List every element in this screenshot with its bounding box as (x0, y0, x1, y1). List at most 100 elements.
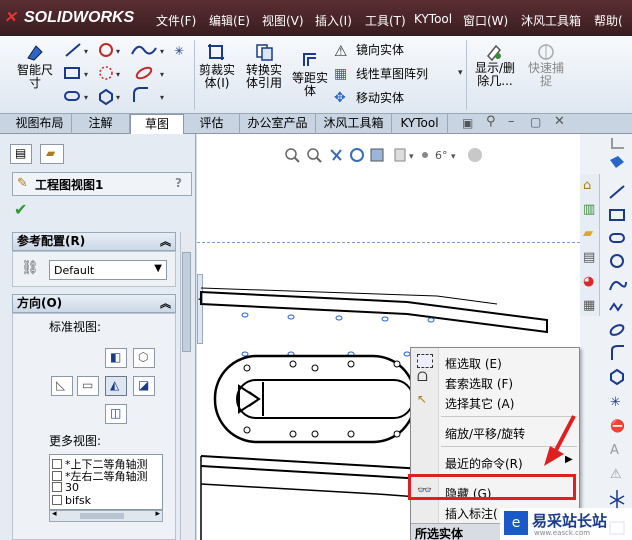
show-delete-relations-icon[interactable] (484, 42, 504, 62)
menu-file[interactable]: 文件(F) (156, 12, 196, 29)
view-top-button[interactable]: ▭ (77, 376, 99, 396)
menu-view[interactable]: 视图(V) (262, 12, 304, 29)
mirror-icon[interactable]: ⚠ (334, 42, 347, 60)
tab-annotation[interactable]: 注解 (72, 114, 130, 134)
feature-manager-tab[interactable]: ▤ (10, 144, 32, 164)
menu-window[interactable]: 窗口(W) (463, 12, 508, 29)
collapse-icon[interactable]: ︽ (160, 295, 171, 312)
tab-mufeng-toolbox[interactable]: 沐风工具箱 (316, 114, 392, 134)
context-item-box-select[interactable]: 框选取 (E) (445, 355, 502, 372)
panel-scrollbar[interactable] (180, 232, 192, 540)
convert-entities-button[interactable]: 转换实 体引用 (242, 64, 286, 90)
offset-entities-button[interactable]: 等距实 体 (288, 72, 332, 98)
context-item-select-other[interactable]: 选择其它 (A) (445, 395, 514, 412)
view-front-button[interactable]: ◧ (105, 348, 127, 368)
context-item-recent-commands[interactable]: 最近的命令(R) (445, 455, 523, 472)
more-views-label: 更多视图: (49, 434, 102, 448)
quick-snap-button[interactable]: 快速捕 捉 (524, 62, 568, 88)
tab-view-layout[interactable]: 视图布局 (8, 114, 72, 134)
scroll-left-icon[interactable]: ◂ (52, 509, 57, 519)
svg-text:6°: 6° (435, 149, 448, 162)
smart-dimension-icon[interactable] (24, 42, 46, 62)
highlight-box (408, 474, 576, 500)
offset-entities-icon[interactable] (300, 50, 320, 70)
view-title-bar: ✎ 工程图视图1 ? (12, 172, 192, 196)
standard-views-label: 标准视图: (49, 320, 102, 334)
selected-entities-label: 所选实体 (415, 527, 464, 540)
quick-snap-icon[interactable] (536, 42, 556, 62)
scroll-right-icon[interactable]: ▸ (155, 509, 160, 519)
tab-sketch[interactable]: 草图 (130, 114, 184, 135)
minimize-icon[interactable]: – (508, 114, 515, 129)
tab-kytool[interactable]: KYTool (392, 114, 448, 134)
checkbox[interactable] (52, 495, 62, 505)
orientation-body: 标准视图: ◧ ⬡ ◺ ▭ ◭ ◪ ◫ 更多视图: *上下二等角轴测 *左右二等… (12, 313, 176, 540)
menu-mufeng[interactable]: 沐风工具箱 (521, 12, 581, 29)
menu-tools[interactable]: 工具(T) (365, 12, 406, 29)
menu-insert[interactable]: 插入(I) (315, 12, 352, 29)
linear-pattern-icon[interactable]: ▦ (334, 66, 347, 82)
tab-evaluate[interactable]: 评估 (184, 114, 240, 134)
crop-view-icon[interactable] (206, 42, 226, 62)
checkbox[interactable] (52, 482, 62, 492)
context-item-insert-annotation[interactable]: 插入标注( (445, 505, 498, 522)
page-title: 工程图视图1 (35, 178, 104, 192)
context-menu-icon-strip: ᗝ ↖ 👓 (411, 348, 439, 540)
property-manager-tab[interactable]: ▰ (40, 144, 64, 164)
bottom-view-icon: ◪ (138, 378, 150, 392)
list-item[interactable]: 30 (52, 481, 79, 494)
menu-kytool[interactable]: KYTool (414, 12, 452, 26)
mirror-entities-button[interactable]: 镜向实体 (356, 44, 404, 57)
restore-icon[interactable]: ▣ (462, 116, 473, 130)
design-library-icon[interactable]: ▥ (583, 202, 595, 217)
maximize-icon[interactable]: ▢ (530, 115, 541, 129)
view-toolbar-icons[interactable]: ▾ 6° ▾ (283, 146, 493, 164)
svg-text:✳: ✳ (610, 395, 621, 410)
chevron-down-icon[interactable]: ▾ (458, 68, 463, 78)
context-item-zoom-pan-rotate[interactable]: 缩放/平移/旋转 (445, 425, 525, 442)
more-views-list[interactable]: *上下二等角轴测 *左右二等角轴测 30 bifsk (49, 454, 163, 510)
scroll-thumb[interactable] (80, 513, 124, 519)
menu-edit[interactable]: 编辑(E) (209, 12, 250, 29)
appearances-icon[interactable]: ◕ (583, 274, 594, 289)
view-back-button[interactable]: ◫ (105, 404, 127, 424)
scroll-thumb[interactable] (182, 252, 191, 352)
view-iso-button[interactable]: ⬡ (133, 348, 155, 368)
move-icon[interactable]: ✥ (334, 90, 346, 106)
view-bottom-button[interactable]: ◪ (133, 376, 155, 396)
crop-view-button[interactable]: 剪裁实 体(I) (196, 64, 238, 90)
context-item-lasso-select[interactable]: 套索选取 (F) (445, 375, 513, 392)
list-item[interactable]: bifsk (52, 494, 91, 507)
list-hscroll[interactable]: ◂ ▸ (49, 509, 163, 522)
pin-icon[interactable]: ⚲ (486, 114, 496, 129)
ribbon-separator (466, 40, 467, 110)
tab-office-products[interactable]: 办公室产品 (240, 114, 316, 134)
select-other-icon: ↖ (417, 392, 428, 406)
custom-properties-icon[interactable]: ▦ (583, 298, 595, 313)
orientation-header[interactable]: 方向(O) ︽ (12, 294, 176, 313)
menu-help[interactable]: 帮助( (594, 12, 623, 29)
view-right-button[interactable]: ◭ (105, 376, 127, 396)
checkbox[interactable] (52, 471, 62, 481)
config-select[interactable]: Default ▼ (49, 260, 167, 280)
ok-check-icon[interactable]: ✔ (14, 200, 27, 219)
help-button[interactable]: ? (175, 176, 182, 190)
convert-entities-icon[interactable] (254, 42, 274, 62)
close-icon[interactable]: ✕ (554, 114, 565, 129)
home-icon[interactable]: ⌂ (583, 178, 591, 193)
move-entities-button[interactable]: 移动实体 (356, 92, 404, 105)
sketch-tools-icons[interactable]: ▾ ▾ ▾ ✳ ▾ ▾ ▾ ▾ ▾ ▾ (62, 42, 192, 110)
sketch-toolbar-icons[interactable]: ✳ ⛔ A ⚠ (604, 134, 632, 540)
view-left-button[interactable]: ◺ (51, 376, 73, 396)
folder-icon[interactable]: ▰ (583, 226, 593, 241)
smart-dimension-button[interactable]: 智能尺 寸 (12, 64, 58, 90)
svg-text:⛔: ⛔ (610, 419, 625, 433)
collapse-icon[interactable]: ︽ (160, 233, 171, 250)
view-palette-icon[interactable]: ▤ (583, 250, 595, 265)
top-view-icon: ▭ (82, 378, 94, 392)
show-delete-relations-button[interactable]: 显示/删 除几... (470, 62, 520, 88)
ref-config-header[interactable]: 参考配置(R) ︽ (12, 232, 176, 251)
linear-pattern-button[interactable]: 线性草图阵列 (356, 68, 428, 81)
ds-logo-icon: ✕ (4, 9, 17, 26)
app-logo: ✕ SOLIDWORKS (4, 9, 135, 26)
